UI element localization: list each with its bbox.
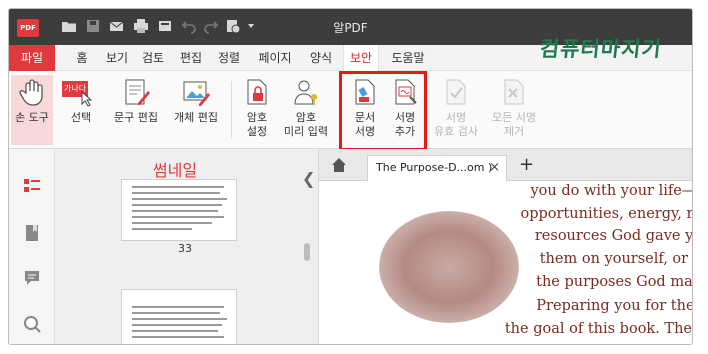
- object-edit-button[interactable]: 개체 편집: [169, 75, 223, 145]
- thumbnail-page-number: 33: [178, 242, 192, 255]
- hand-tool-button[interactable]: 손 도구: [11, 75, 53, 145]
- object-edit-icon: [183, 81, 210, 106]
- text-edit-label: 문구 편집: [114, 111, 158, 124]
- document-view: you do with your life—all th opportuniti…: [319, 181, 693, 344]
- home-icon[interactable]: [329, 155, 349, 175]
- search-icon[interactable]: [23, 315, 41, 333]
- menu-review[interactable]: 검토: [137, 45, 169, 71]
- menu-bar: 파일 홈 보기 검토 편집 정렬 페이지 양식 보안 도움말 컴퓨터마지기: [9, 37, 692, 72]
- menu-security[interactable]: 보안: [343, 45, 379, 72]
- collapse-panel-icon[interactable]: ❮: [302, 169, 315, 188]
- menu-arrange[interactable]: 정렬: [213, 45, 245, 71]
- remove-signatures-icon: [504, 79, 524, 105]
- user-key-icon: [294, 80, 317, 105]
- select-label: 선택: [70, 111, 92, 124]
- ribbon-separator: [231, 81, 232, 139]
- document-line: opportunities, energy, re: [520, 206, 693, 222]
- thumbnails-icon[interactable]: [23, 177, 41, 195]
- app-window: PDF 알PDF 파일 홈 보기 검토 편집 정렬 페이지 양식 보안 도움말 …: [8, 8, 693, 345]
- text-edit-icon: [125, 79, 150, 105]
- bookmark-icon[interactable]: [23, 224, 41, 242]
- comment-icon[interactable]: [23, 269, 41, 287]
- remove-all-signatures-button[interactable]: 모든 서명 제거: [487, 75, 541, 145]
- menu-view[interactable]: 보기: [101, 45, 133, 71]
- thumbnail-scrollbar[interactable]: [303, 191, 311, 341]
- document-tab-title: The Purpose-D...om ): [376, 161, 493, 174]
- menu-help[interactable]: 도움말: [385, 45, 431, 71]
- close-tab-icon[interactable]: ×: [489, 156, 500, 180]
- document-line: the purposes God mad: [536, 274, 693, 290]
- text-edit-button[interactable]: 문구 편집: [109, 75, 163, 145]
- add-tab-button[interactable]: +: [519, 154, 534, 175]
- thumbnail-page-34[interactable]: [121, 289, 237, 344]
- verify-signature-button[interactable]: 서명 유효 검사: [429, 75, 483, 145]
- thumbnail-page-33[interactable]: [121, 179, 237, 241]
- password-setting-label-1: 암호: [246, 111, 268, 124]
- document-tab-bar: The Purpose-D...om ) × +: [319, 149, 692, 181]
- menu-home[interactable]: 홈: [69, 45, 95, 71]
- remove-signatures-label-1: 모든 서명: [492, 111, 536, 124]
- menu-page[interactable]: 페이지: [251, 45, 299, 71]
- password-preinput-label-1: 암호: [295, 111, 317, 124]
- password-preinput-button[interactable]: 암호 미리 입력: [279, 75, 333, 145]
- menu-edit[interactable]: 편집: [175, 45, 207, 71]
- object-edit-label: 개체 편집: [174, 111, 218, 124]
- password-setting-button[interactable]: 암호 설정: [239, 75, 275, 145]
- highlight-box: [339, 71, 427, 151]
- thumbnail-panel-title: 썸네일: [152, 161, 198, 180]
- select-text-icon: 가나다: [62, 77, 96, 107]
- document-line: Preparing you for thes: [536, 298, 693, 314]
- password-preinput-label-2: 미리 입력: [284, 125, 328, 138]
- document-line: them on yourself, or d: [539, 251, 693, 267]
- thumbnail-panel: 썸네일 ❮ 33: [55, 149, 319, 344]
- document-line: the goal of this book. The f: [504, 321, 693, 337]
- side-rail: [9, 149, 55, 344]
- menu-form[interactable]: 양식: [305, 45, 337, 71]
- hand-tool-label: 손 도구: [15, 111, 49, 124]
- verify-signature-icon: [446, 79, 466, 105]
- verify-signature-label-2: 유효 검사: [434, 125, 478, 138]
- scrollbar-thumb[interactable]: [304, 243, 310, 261]
- document-line: resources God gave yo: [534, 228, 693, 244]
- remove-signatures-label-2: 제거: [503, 125, 525, 138]
- menu-file[interactable]: 파일: [9, 45, 55, 71]
- document-tab[interactable]: The Purpose-D...om ) ×: [367, 155, 507, 181]
- hand-icon: [19, 79, 43, 106]
- document-line: you do with your life—all th: [530, 183, 692, 199]
- select-button[interactable]: 가나다 선택: [59, 75, 103, 145]
- verify-signature-label-1: 서명: [445, 111, 467, 124]
- password-setting-label-2: 설정: [246, 125, 268, 138]
- document-lock-icon: [247, 79, 267, 105]
- handwritten-annotation: 컴퓨터마지기: [538, 37, 664, 61]
